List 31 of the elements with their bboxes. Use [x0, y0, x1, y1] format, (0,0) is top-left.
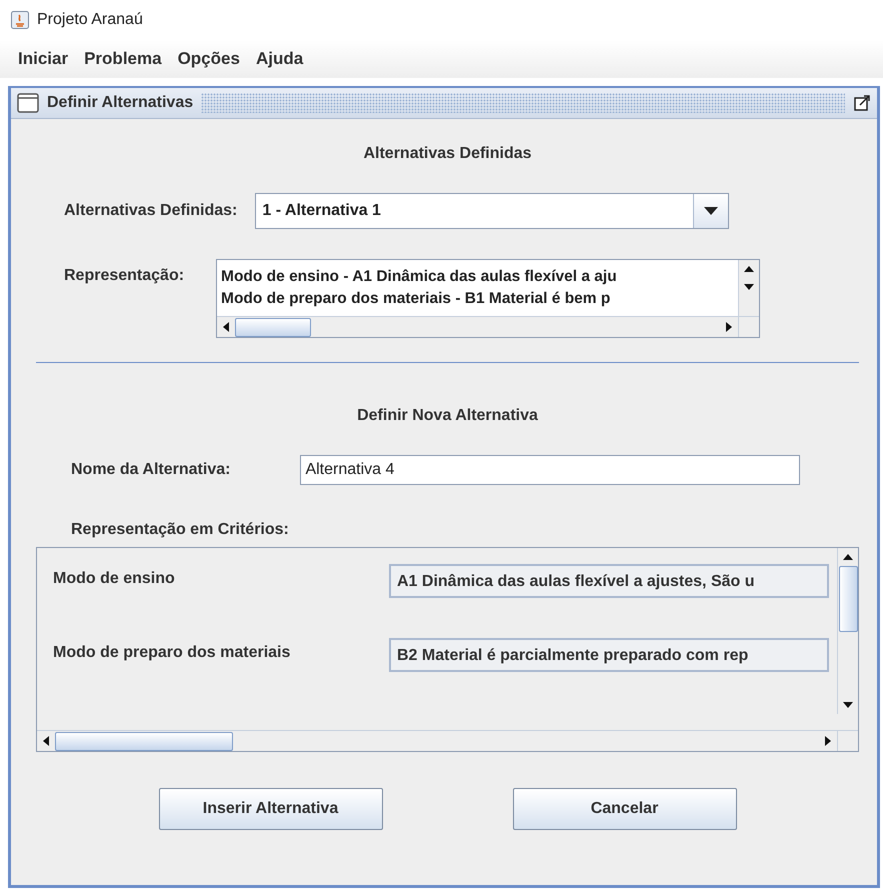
caret-icon: [704, 207, 718, 215]
criteria-panel[interactable]: Modo de ensino A1 Dinâmica das aulas flexível a ajustes, São u Modo de preparo dos materiais B2 Material é parcialmente preparado com rep: [36, 547, 859, 752]
criterion-value-field[interactable]: A1 Dinâmica das aulas flexível a ajustes, São u: [389, 564, 829, 598]
frame-title: Definir Alternativas: [47, 94, 194, 112]
representation-line: Modo de preparo dos materiais - B1 Material é bem p: [221, 289, 612, 309]
window-icon: [17, 93, 39, 113]
section-heading: Alternativas Definidas: [362, 145, 533, 163]
representation-area[interactable]: Modo de ensino - A1 Dinâmica das aulas flexível a aju Modo de preparo dos materiais - B1 Material é bem p: [216, 259, 760, 338]
scroll-thumb[interactable]: [235, 318, 312, 336]
menu-item[interactable]: Problema: [76, 49, 170, 69]
alternatives-dropdown[interactable]: 1 - Alternativa 1: [255, 193, 730, 229]
insert-button[interactable]: Inserir Alternativa: [158, 788, 382, 830]
scroll-thumb[interactable]: [55, 732, 233, 750]
menu-item[interactable]: Iniciar: [10, 49, 76, 69]
maximize-icon[interactable]: [853, 94, 871, 112]
window-title: Projeto Aranaú: [37, 11, 143, 29]
name-field[interactable]: Alternativa 4: [300, 455, 800, 485]
criterion-name: Modo de ensino: [53, 569, 175, 588]
section-heading: Definir Nova Alternativa: [356, 407, 539, 425]
menu-item[interactable]: Ajuda: [248, 49, 312, 69]
field-label: Representação:: [64, 266, 184, 286]
field-label: Alternativas Definidas:: [64, 202, 238, 220]
criterion-value-field[interactable]: B2 Material é parcialmente preparado com rep: [389, 638, 829, 672]
scroll-thumb[interactable]: [838, 566, 858, 632]
app-icon: [11, 11, 29, 29]
menu-item[interactable]: Opções: [170, 49, 248, 69]
field-label: Representação em Critérios:: [70, 521, 290, 539]
cancel-button[interactable]: Cancelar: [512, 788, 736, 830]
representation-line: Modo de ensino - A1 Dinâmica das aulas flexível a aju: [221, 267, 618, 287]
field-label: Nome da Alternativa:: [71, 461, 230, 479]
criterion-name: Modo de preparo dos materiais: [53, 643, 290, 662]
